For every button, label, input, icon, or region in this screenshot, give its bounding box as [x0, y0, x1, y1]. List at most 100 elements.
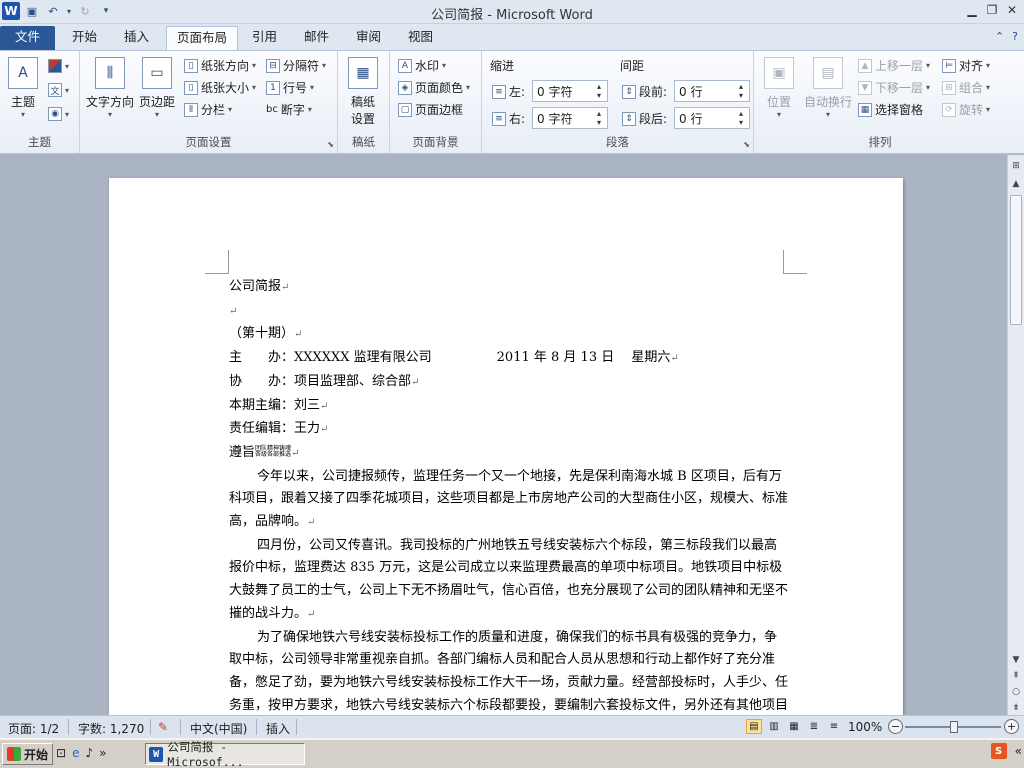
manuscript-settings-button[interactable]: ▦ 稿纸 设置 [348, 57, 378, 127]
line-numbers-icon: 1 [266, 80, 280, 95]
tab-page-layout[interactable]: 页面布局 [166, 26, 239, 50]
doc-line: 本期主编：刘三↵ [229, 397, 329, 413]
columns-icon: ⫴ [184, 102, 198, 117]
orientation-icon: ▯ [184, 58, 198, 73]
media-player-icon[interactable]: ♪ [85, 746, 93, 760]
hyphenation-button[interactable]: bc 断字 ▾ [266, 101, 312, 118]
paper-size-icon: ▯ [184, 80, 198, 95]
document-area[interactable]: 公司简报↵ ↵ （第十期）↵ 主 办：XXXXXX 监理有限公司 2011 年 … [0, 155, 1007, 715]
next-page-icon[interactable]: ⇟ [1009, 701, 1023, 715]
vertical-scrollbar[interactable]: ⊞ ▲ ▼ ⇞ ○ ⇟ [1007, 155, 1024, 715]
breaks-button[interactable]: ⊟ 分隔符 ▾ [266, 57, 326, 74]
watermark-button[interactable]: A 水印 ▾ [398, 57, 446, 74]
print-layout-icon[interactable]: ▤ [746, 719, 762, 734]
align-icon: ⊨ [942, 58, 956, 73]
page-color-button[interactable]: ◈ 页面颜色 ▾ [398, 79, 470, 96]
group-themes: A 主题 ▾ ▾ 文 ▾ ◉ ▾ 主题 [0, 51, 80, 153]
doc-line: （第十期）↵ [229, 326, 303, 342]
tab-insert[interactable]: 插入 [114, 26, 159, 50]
group-page-background: A 水印 ▾ ◈ 页面颜色 ▾ ▢ 页面边框 页面背景 [390, 51, 482, 153]
columns-button[interactable]: ⫴ 分栏 ▾ [184, 101, 232, 118]
taskbar-word-window[interactable]: W 公司简报 - Microsof... [145, 740, 305, 768]
theme-effects-button[interactable]: ◉ ▾ [48, 107, 69, 121]
full-screen-reading-icon[interactable]: ▥ [766, 719, 782, 734]
indent-right-input[interactable]: 0 字符 [532, 107, 608, 129]
page-borders-button[interactable]: ▢ 页面边框 [398, 101, 463, 118]
help-icon[interactable]: ? [1012, 30, 1018, 43]
themes-button[interactable]: A 主题 ▾ [8, 57, 38, 119]
watermark-icon: A [398, 58, 412, 73]
size-button[interactable]: ▯ 纸张大小 ▾ [184, 79, 256, 96]
word-count[interactable]: 字数: 1,270 [78, 720, 144, 737]
text-direction-icon: ⫼ [95, 57, 125, 89]
zoom-in-icon[interactable]: + [1004, 719, 1019, 734]
ruler-toggle-icon[interactable]: ⊞ [1009, 159, 1023, 173]
proofing-icon[interactable]: ✎ [158, 720, 168, 734]
restore-icon[interactable]: ❐ [984, 2, 1000, 18]
insert-mode-indicator[interactable]: 插入 [266, 720, 290, 737]
tab-mailings[interactable]: 邮件 [294, 26, 339, 50]
tab-view[interactable]: 视图 [398, 26, 443, 50]
doc-line: 责任编辑：王力↵ [229, 421, 329, 437]
line-numbers-button[interactable]: 1 行号 ▾ [266, 79, 314, 96]
select-browse-object-icon[interactable]: ○ [1009, 685, 1023, 699]
tab-review[interactable]: 审阅 [346, 26, 391, 50]
dialog-launcher-icon[interactable]: ⬊ [327, 140, 334, 149]
close-icon[interactable]: ✕ [1004, 2, 1020, 18]
position-button[interactable]: ▣ 位置 ▾ [764, 57, 794, 119]
spacing-before-input[interactable]: 0 行 [674, 80, 750, 102]
indent-left-input[interactable]: 0 字符 [532, 80, 608, 102]
margins-button[interactable]: ▭ 页边距 ▾ [139, 57, 175, 119]
draft-icon[interactable]: ≡ [826, 719, 842, 734]
theme-fonts-button[interactable]: 文 ▾ [48, 83, 69, 97]
tab-file[interactable]: 文件 [0, 26, 55, 50]
title-bar: W ▣ ↶ ▾ ↻ ▾ 公司简报 - Microsoft Word ▁ ❐ ✕ [0, 0, 1024, 24]
previous-page-icon[interactable]: ⇞ [1009, 669, 1023, 683]
rotate-button[interactable]: ⟳ 旋转 ▾ [942, 101, 990, 118]
document-page[interactable]: 公司简报↵ ↵ （第十期）↵ 主 办：XXXXXX 监理有限公司 2011 年 … [109, 178, 903, 715]
minimize-ribbon-icon[interactable]: ⌃ [995, 30, 1004, 43]
dialog-launcher-icon[interactable]: ⬊ [743, 140, 750, 149]
tab-references[interactable]: 引用 [242, 26, 287, 50]
page-color-icon: ◈ [398, 80, 412, 95]
doc-line-motto: 遵旨团队精神铸魂 各级各部推选↵ [229, 444, 300, 460]
bring-forward-button[interactable]: ▲ 上移一层 ▾ [858, 57, 930, 74]
margins-icon: ▭ [142, 57, 172, 89]
align-button[interactable]: ⊨ 对齐 ▾ [942, 57, 990, 74]
view-buttons: ▤ ▥ ▦ ≣ ≡ [746, 719, 842, 734]
show-desktop-icon[interactable]: ⊡ [56, 746, 66, 760]
scroll-up-icon[interactable]: ▲ [1009, 177, 1023, 191]
send-backward-button[interactable]: ▼ 下移一层 ▾ [858, 79, 930, 96]
page-count[interactable]: 页面: 1/2 [8, 720, 59, 737]
doc-line: 主 办：XXXXXX 监理有限公司 2011 年 8 月 13 日 星期六↵ [229, 350, 679, 366]
scroll-down-icon[interactable]: ▼ [1009, 653, 1023, 667]
zoom-slider-handle[interactable] [950, 721, 958, 733]
selection-pane-button[interactable]: ▦ 选择窗格 [858, 101, 923, 118]
wrap-text-button[interactable]: ▤ 自动换行 ▾ [804, 57, 852, 119]
hyphenation-icon: bc [266, 104, 278, 115]
scroll-thumb[interactable] [1010, 195, 1022, 325]
internet-explorer-icon[interactable]: e [72, 746, 79, 760]
start-button[interactable]: 开始 [2, 743, 54, 765]
doc-paragraph: 今年以来，公司捷报频传，监理任务一个又一个地接，先是保利南海水城 B 区项目，后… [229, 468, 789, 530]
minimize-icon[interactable]: ▁ [964, 2, 980, 18]
ribbon-tabs: 文件 开始 插入 页面布局 引用 邮件 审阅 视图 ⌃ ? [0, 24, 1024, 50]
quick-launch-more-icon[interactable]: » [99, 746, 106, 760]
web-layout-icon[interactable]: ▦ [786, 719, 802, 734]
outline-icon[interactable]: ≣ [806, 719, 822, 734]
zoom-out-icon[interactable]: − [888, 719, 903, 734]
spacing-after-input[interactable]: 0 行 [674, 107, 750, 129]
tab-home[interactable]: 开始 [62, 26, 107, 50]
zoom-level[interactable]: 100% [848, 720, 882, 734]
tray-expand-icon[interactable]: « [1015, 744, 1022, 758]
tray-app-icon[interactable]: S [990, 743, 1007, 759]
orientation-button[interactable]: ▯ 纸张方向 ▾ [184, 57, 256, 74]
document-body[interactable]: 公司简报↵ ↵ （第十期）↵ 主 办：XXXXXX 监理有限公司 2011 年 … [229, 276, 789, 715]
ribbon: A 主题 ▾ ▾ 文 ▾ ◉ ▾ 主题 ⫼ 文字方向 ▾ ▭ 页边距 ▾ ▯ 纸张方向… [0, 50, 1024, 154]
text-direction-button[interactable]: ⫼ 文字方向 ▾ [86, 57, 134, 119]
group-objects-button[interactable]: ⊞ 组合 ▾ [942, 79, 990, 96]
group-icon: ⊞ [942, 80, 956, 95]
language-indicator[interactable]: 中文(中国) [190, 720, 247, 737]
group-arrange: ▣ 位置 ▾ ▤ 自动换行 ▾ ▲ 上移一层 ▾ ▼ 下移一层 ▾ ▦ 选择窗格 ⊨ 对齐 ▾… [754, 51, 1006, 153]
theme-colors-button[interactable]: ▾ [48, 59, 69, 73]
